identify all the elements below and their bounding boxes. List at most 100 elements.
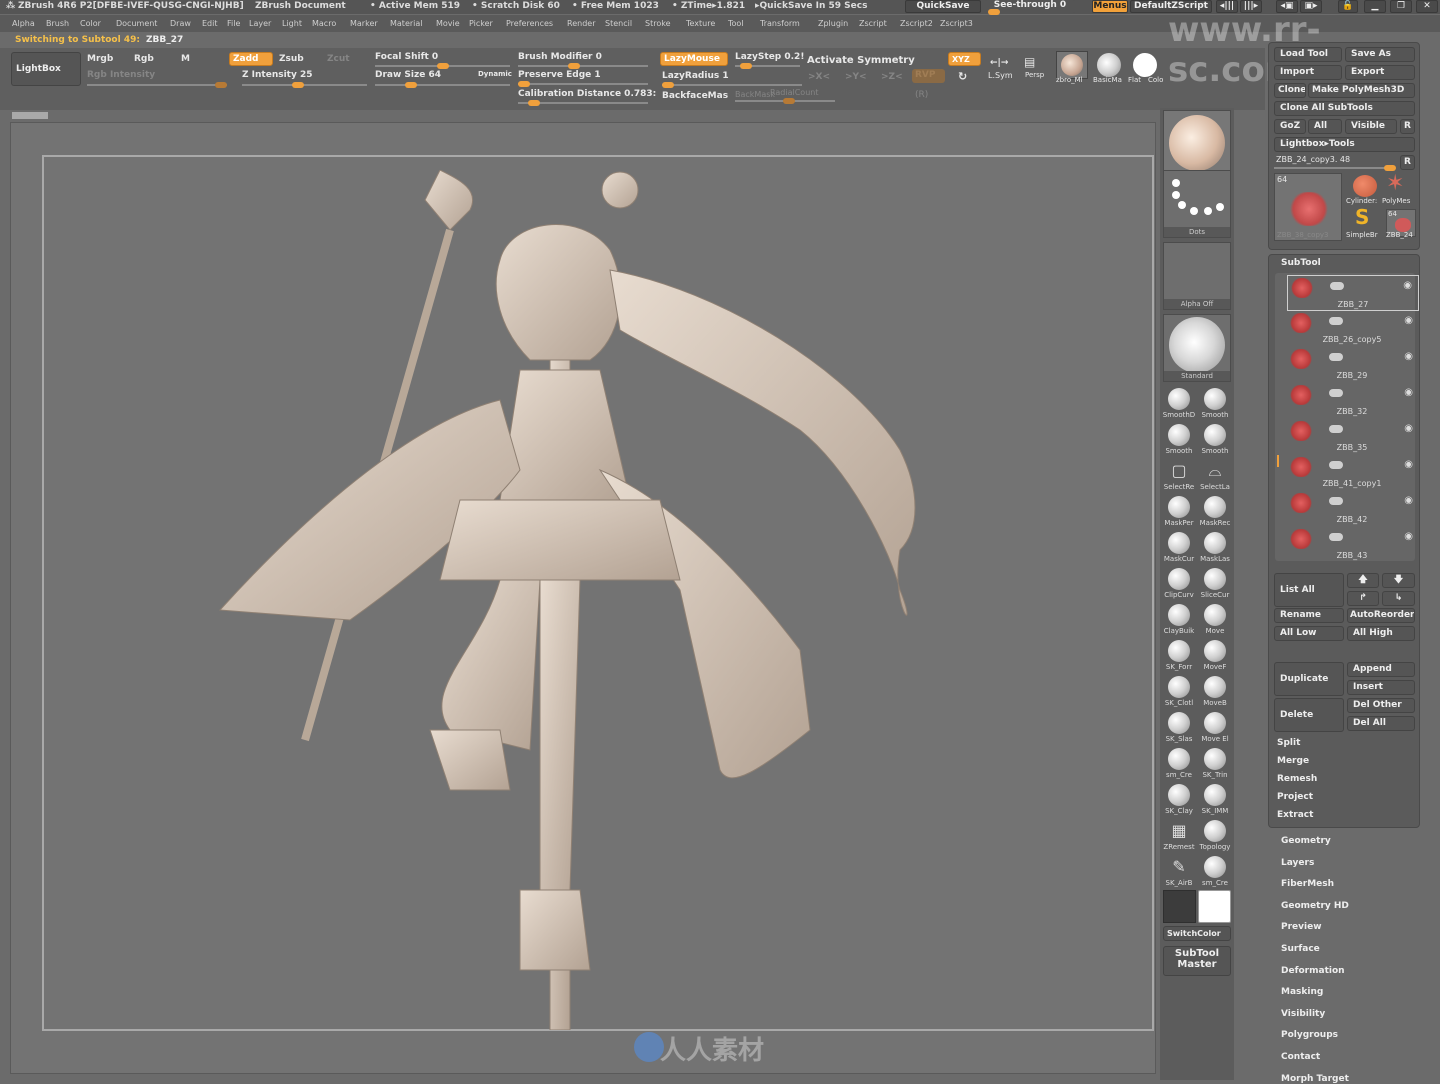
simplebrush-icon[interactable]: S — [1355, 205, 1369, 229]
menu-preferences[interactable]: Preferences — [506, 19, 553, 28]
brush-standard-thumb[interactable]: Standard — [1163, 314, 1231, 382]
subtool-item[interactable]: ◉ ZBB_41_copy1 — [1287, 455, 1419, 491]
menu-marker[interactable]: Marker — [350, 19, 378, 28]
alpha-thumb[interactable]: Alpha Off — [1163, 242, 1231, 310]
lazystep-slider[interactable] — [735, 63, 800, 69]
move-up-to-top-icon[interactable]: ↱ — [1347, 591, 1379, 606]
polypaint-toggle[interactable] — [1329, 497, 1343, 505]
subpalette-geometry[interactable]: Geometry — [1281, 836, 1331, 846]
backfacemask-button[interactable]: BackfaceMas — [662, 91, 728, 101]
eye-visibility-icon[interactable]: ◉ — [1404, 387, 1413, 398]
brush-movef[interactable]: MoveF — [1198, 638, 1232, 674]
m-button[interactable]: M — [181, 54, 190, 64]
goz-visible-button[interactable]: Visible — [1345, 119, 1397, 134]
menus-button[interactable]: Menus — [1092, 0, 1128, 13]
menu-macro[interactable]: Macro — [312, 19, 336, 28]
menu-layer[interactable]: Layer — [249, 19, 271, 28]
append-button[interactable]: Append — [1347, 662, 1415, 677]
rename-button[interactable]: Rename — [1274, 608, 1344, 623]
duplicate-button[interactable]: Duplicate — [1274, 662, 1344, 696]
zsub-button[interactable]: Zsub — [279, 54, 304, 64]
save-as-button[interactable]: Save As — [1345, 47, 1415, 62]
menu-brush[interactable]: Brush — [46, 19, 69, 28]
draw-size-slider[interactable] — [375, 82, 510, 88]
rvp-button[interactable]: RVP — [912, 69, 945, 83]
goz-all-button[interactable]: All — [1308, 119, 1342, 134]
move-down-to-bottom-icon[interactable]: ↳ — [1382, 591, 1415, 606]
import-button[interactable]: Import — [1274, 65, 1342, 80]
brush-maskrec[interactable]: MaskRec — [1198, 494, 1232, 530]
preserve-edge-slider[interactable] — [518, 81, 648, 87]
menu-stencil[interactable]: Stencil — [605, 19, 632, 28]
polymesh-star-icon[interactable]: ✶ — [1386, 171, 1404, 196]
eye-visibility-icon[interactable]: ◉ — [1403, 280, 1412, 291]
radialcount-slider[interactable] — [735, 98, 835, 104]
brush-modifier-slider[interactable] — [518, 63, 648, 69]
eye-visibility-icon[interactable]: ◉ — [1404, 315, 1413, 326]
menu-render[interactable]: Render — [567, 19, 595, 28]
subpalette-geometry-hd[interactable]: Geometry HD — [1281, 901, 1349, 911]
cylinder-tool-icon[interactable] — [1353, 175, 1377, 197]
xyz-button[interactable]: XYZ — [948, 52, 981, 66]
subtool-item[interactable]: ◉ ZBB_35 — [1287, 419, 1419, 455]
move-up-icon[interactable]: 🡅 — [1347, 573, 1379, 588]
polypaint-toggle[interactable] — [1330, 282, 1344, 290]
subpalette-polygroups[interactable]: Polygroups — [1281, 1030, 1338, 1040]
z-intensity-slider[interactable] — [242, 82, 367, 88]
brush-masklas[interactable]: MaskLas — [1198, 530, 1232, 566]
menu-light[interactable]: Light — [282, 19, 302, 28]
menu-draw[interactable]: Draw — [170, 19, 191, 28]
goz-button[interactable]: GoZ — [1274, 119, 1306, 134]
material-thumb[interactable] — [1163, 110, 1231, 178]
subpalette-contact[interactable]: Contact — [1281, 1052, 1320, 1062]
subtool-master-button[interactable]: SubTool Master — [1163, 946, 1231, 976]
secondary-color-swatch[interactable] — [1163, 890, 1196, 923]
subpalette-surface[interactable]: Surface — [1281, 944, 1320, 954]
brush-sk-slas[interactable]: SK_Slas — [1162, 710, 1196, 746]
brush-sk-imm[interactable]: SK_IMM — [1198, 782, 1232, 818]
menu-movie[interactable]: Movie — [436, 19, 460, 28]
brush-claybuik[interactable]: ClayBuik — [1162, 602, 1196, 638]
brush-maskcur[interactable]: MaskCur — [1162, 530, 1196, 566]
brush-sm-cre[interactable]: sm_Cre — [1162, 746, 1196, 782]
brush-smooth[interactable]: Smooth — [1198, 422, 1232, 458]
all-high-button[interactable]: All High — [1347, 626, 1415, 641]
brush-smoothd[interactable]: SmoothD — [1162, 386, 1196, 422]
material-basic-thumb[interactable] — [1097, 53, 1121, 77]
lsym-icon[interactable]: ←|→ — [990, 58, 1008, 68]
polypaint-toggle[interactable] — [1329, 389, 1343, 397]
move-down-icon[interactable]: 🡇 — [1382, 573, 1415, 588]
menu-tool[interactable]: Tool — [728, 19, 744, 28]
lightbox-tools-button[interactable]: Lightbox▸Tools — [1274, 137, 1415, 152]
menu-file[interactable]: File — [227, 19, 240, 28]
activate-symmetry-button[interactable]: Activate Symmetry — [807, 55, 915, 66]
brush-sk-trin[interactable]: SK_Trin — [1198, 746, 1232, 782]
tool-r-button[interactable]: R — [1400, 155, 1415, 170]
subtool-item[interactable]: ◉ ZBB_43 — [1287, 527, 1419, 563]
quicksave-button[interactable]: QuickSave — [905, 0, 981, 13]
menu-picker[interactable]: Picker — [469, 19, 493, 28]
subtool-item[interactable]: ◉ ZBB_26_copy5 — [1287, 311, 1419, 347]
current-tool-thumb[interactable]: 64 ZBB_38_copy3 — [1274, 173, 1342, 241]
menu-color[interactable]: Color — [80, 19, 101, 28]
sym-y-button[interactable]: >Y< — [845, 72, 867, 82]
polypaint-toggle[interactable] — [1329, 353, 1343, 361]
menu-zplugin[interactable]: Zplugin — [818, 19, 848, 28]
calibration-slider[interactable] — [518, 100, 648, 106]
brush-clipcurv[interactable]: ClipCurv — [1162, 566, 1196, 602]
lazymouse-button[interactable]: LazyMouse — [660, 52, 728, 66]
subpalette-visibility[interactable]: Visibility — [1281, 1009, 1325, 1019]
brush-sk-airb[interactable]: ✎ SK_AirB — [1162, 854, 1196, 890]
export-button[interactable]: Export — [1345, 65, 1415, 80]
stroke-dots-thumb[interactable]: Dots — [1163, 170, 1231, 238]
material-zbro-thumb[interactable] — [1056, 51, 1088, 79]
goz-r-button[interactable]: R — [1400, 119, 1415, 134]
polypaint-toggle[interactable] — [1329, 461, 1343, 469]
list-all-button[interactable]: List All — [1274, 573, 1344, 607]
brush-sk-clotl[interactable]: SK_Clotl — [1162, 674, 1196, 710]
menu-document[interactable]: Document — [116, 19, 157, 28]
split-section[interactable]: Split — [1277, 738, 1300, 748]
subpalette-masking[interactable]: Masking — [1281, 987, 1323, 997]
switch-color-button[interactable]: SwitchColor — [1163, 926, 1231, 941]
eye-visibility-icon[interactable]: ◉ — [1404, 423, 1413, 434]
